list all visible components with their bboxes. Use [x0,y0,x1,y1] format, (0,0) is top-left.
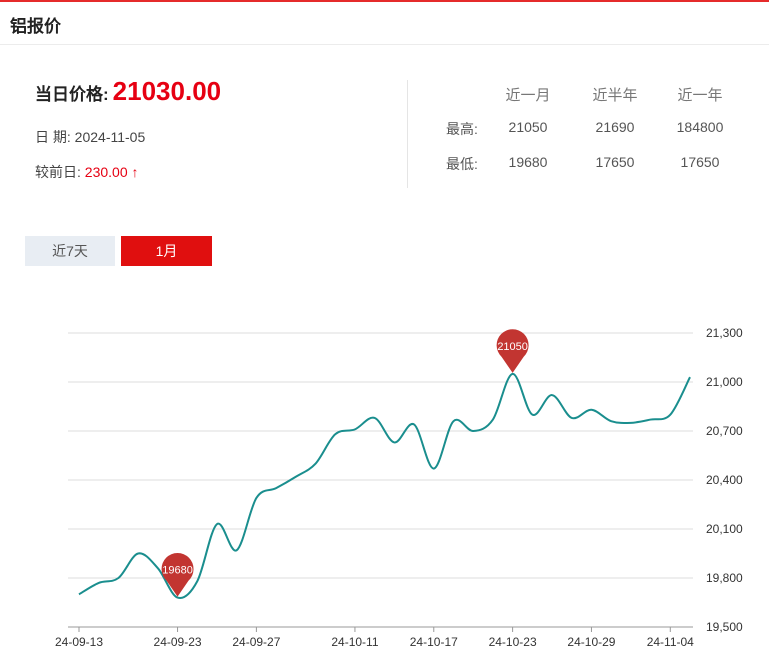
extreme-value-pin: 21050 [496,329,529,373]
title-divider [0,44,769,45]
tab-7-days[interactable]: 近7天 [25,236,115,266]
x-tick-label: 24-10-17 [410,635,458,649]
stats-header-row: 近一月 近半年 近一年 [430,84,750,119]
stats-cell: 184800 [676,119,724,135]
current-price: 当日价格: 21030.00 [35,76,221,107]
y-tick-label: 20,100 [706,522,743,536]
stats-cell: 19680 [508,154,548,170]
price-line-chart: 19,500 19,800 20,100 20,400 20,700 21,000 21,3… [55,326,743,649]
y-tick-label: 19,500 [706,620,743,634]
up-arrow-icon: ↑ [131,164,139,180]
x-tick-label: 24-09-23 [154,635,202,649]
stats-header: 近一年 [677,87,723,104]
pin-label: 19680 [162,565,193,577]
x-tick-label: 24-09-27 [232,635,280,649]
x-tick-label: 24-10-11 [331,635,378,649]
date-row: 日 期: 2024-11-05 [35,127,145,147]
date-label: 日 期: [35,129,71,145]
y-tick-label: 20,700 [706,424,743,438]
vertical-divider [407,80,408,188]
stats-cell: 17650 [595,154,635,170]
stats-row-high: 最高: 21050 21690 184800 [430,119,750,154]
stats-header: 近半年 [592,87,638,104]
y-tick-label: 20,400 [706,473,743,487]
y-tick-label: 19,800 [706,571,743,585]
y-tick-label: 21,300 [706,326,743,340]
stats-cell: 21690 [595,119,635,135]
extreme-value-pin: 19680 [161,552,194,597]
stats-row-label: 最低: [446,156,478,172]
stats-header: 近一月 [505,87,551,104]
price-stats-table: 近一月 近半年 近一年 最高: 21050 21690 184800 最低: 1… [430,84,750,189]
x-tick-label: 24-09-13 [55,635,103,649]
tab-1-month[interactable]: 1月 [121,236,212,266]
date-value: 2024-11-05 [74,129,146,145]
price-value: 21030.00 [112,76,222,106]
x-tick-label: 24-10-29 [567,635,615,649]
stats-cell: 21050 [508,119,548,135]
x-tick-label: 24-10-23 [489,635,537,649]
change-row: 较前日: 230.00 ↑ [35,162,139,182]
pin-label: 21050 [497,341,528,353]
stats-row-label: 最高: [446,121,478,137]
stats-cell: 17650 [680,154,720,170]
change-label: 较前日: [35,164,81,180]
y-tick-label: 21,000 [706,375,743,389]
top-accent-line [0,0,769,2]
stats-row-low: 最低: 19680 17650 17650 [430,154,750,189]
price-label: 当日价格: [35,85,109,104]
x-tick-label: 24-11-04 [647,635,694,649]
change-value: 230.00 [84,164,128,180]
section-title: 铝报价 [10,17,61,36]
